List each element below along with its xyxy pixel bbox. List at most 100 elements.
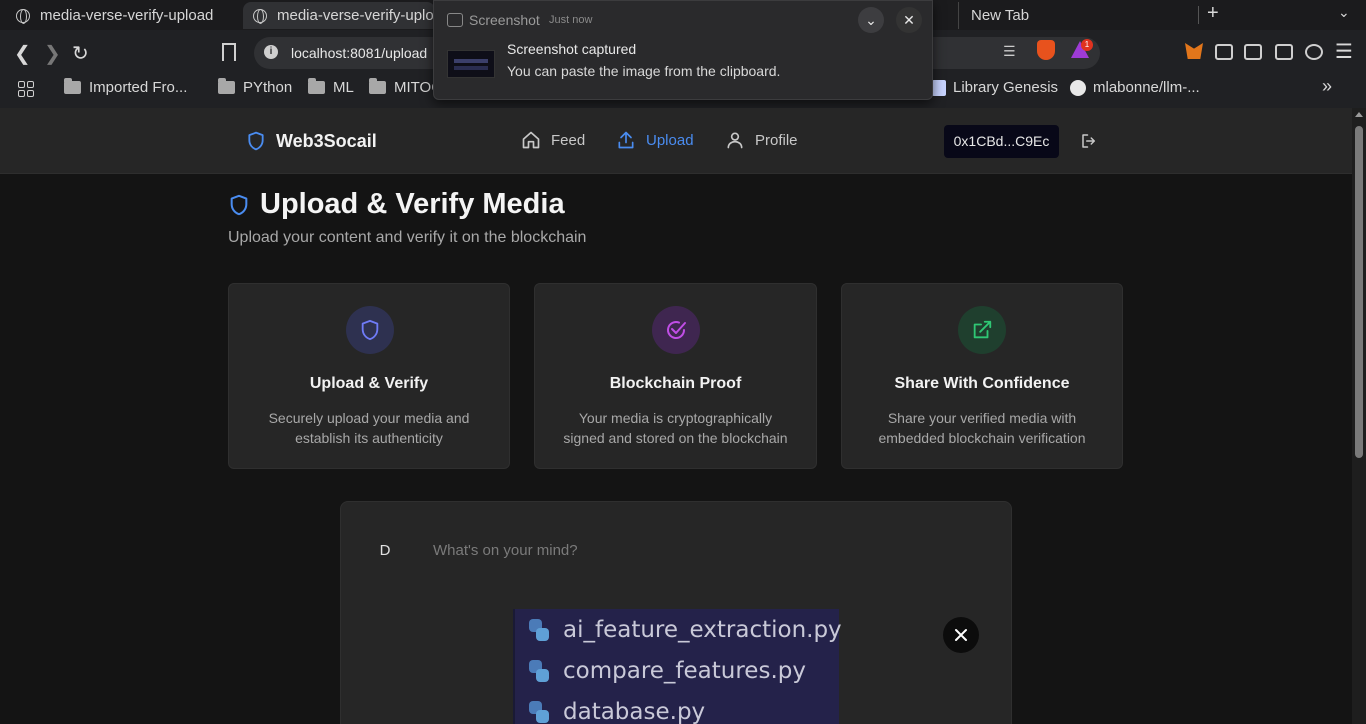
feature-title: Share With Confidence <box>894 375 1070 392</box>
chevron-down-icon[interactable]: ⌄ <box>1338 4 1350 21</box>
bookmarks-overflow-button[interactable]: » <box>1322 76 1332 97</box>
bookmark-label: ML <box>333 79 354 96</box>
file-name: compare_features.py <box>563 658 806 684</box>
wallet-icon[interactable] <box>1275 44 1293 60</box>
feature-card-blockchain: Blockchain Proof Your media is cryptogra… <box>534 283 817 469</box>
folder-icon <box>218 78 235 94</box>
upload-icon <box>618 131 634 149</box>
url-text: localhost:8081/upload <box>291 45 428 61</box>
globe-icon <box>16 8 30 24</box>
remove-media-button[interactable] <box>943 617 979 653</box>
tab-divider <box>1198 6 1199 24</box>
media-preview: ai_feature_extraction.py compare_feature… <box>513 609 842 724</box>
page-scrollbar[interactable] <box>1352 108 1366 724</box>
tab-2-active[interactable]: media-verse-verify-uplo <box>243 2 435 29</box>
file-item: compare_features.py <box>529 658 806 684</box>
folder-icon <box>64 78 81 94</box>
sidebar-icon[interactable] <box>1244 44 1262 60</box>
feature-icon-wrap <box>652 306 700 354</box>
bookmark-library-genesis[interactable]: Library Genesis <box>932 79 1058 96</box>
bookmark-ml[interactable]: ML <box>308 78 354 96</box>
screenshot-notification: Screenshot Just now ⌄ ✕ Screenshot captu… <box>433 0 933 100</box>
notification-expand-button[interactable]: ⌄ <box>858 7 884 33</box>
forward-button[interactable]: ❯ <box>44 41 61 66</box>
bookmark-label: Library Genesis <box>953 79 1059 96</box>
github-icon <box>1070 79 1086 96</box>
bookmark-python[interactable]: PYthon <box>218 78 293 96</box>
metamask-icon[interactable] <box>1185 43 1203 59</box>
file-item: ai_feature_extraction.py <box>529 617 842 643</box>
feature-card-upload: Upload & Verify Securely upload your med… <box>228 283 510 469</box>
page-subtitle: Upload your content and verify it on the… <box>228 229 587 246</box>
nav-label: Upload <box>646 131 694 149</box>
feature-description: Your media is cryptographically signed a… <box>563 410 788 446</box>
folder-icon <box>369 78 386 94</box>
nav-upload[interactable]: Upload <box>616 130 694 150</box>
nav-label: Feed <box>551 131 586 149</box>
feature-title: Blockchain Proof <box>609 375 742 392</box>
rewards-badge: 1 <box>1081 39 1093 51</box>
nav-label: Profile <box>755 131 798 149</box>
bookmark-label: Imported Fro... <box>89 79 188 96</box>
apps-grid-icon[interactable] <box>18 81 34 97</box>
post-composer: D What's on your mind? ai_feature_extrac… <box>340 501 1012 724</box>
brand-name: Web3Socail <box>276 130 377 151</box>
wallet-address-button[interactable]: 0x1CBd...C9Ec <box>944 125 1059 158</box>
file-name: database.py <box>563 699 706 724</box>
file-name: ai_feature_extraction.py <box>563 617 842 643</box>
feature-description: Securely upload your media and establish… <box>268 410 470 446</box>
leo-icon[interactable] <box>1305 44 1323 60</box>
nav-feed[interactable]: Feed <box>521 130 585 150</box>
python-file-icon <box>529 701 549 723</box>
notification-app: Screenshot <box>469 12 540 28</box>
share-icon[interactable]: ☰ <box>1003 43 1016 60</box>
tab-label: media-verse-verify-uplo <box>277 7 434 24</box>
tab-new-tab[interactable]: New Tab <box>958 2 1198 29</box>
notification-close-button[interactable]: ✕ <box>896 7 922 33</box>
bookmark-mitoc[interactable]: MITOC <box>369 78 442 96</box>
scrollbar-thumb[interactable] <box>1355 126 1363 458</box>
brave-shield-icon[interactable] <box>1037 40 1055 60</box>
bookmark-github[interactable]: mlabonne/llm-... <box>1070 79 1200 96</box>
feature-description: Share your verified media with embedded … <box>878 410 1086 446</box>
feature-icon-wrap <box>958 306 1006 354</box>
python-file-icon <box>529 660 549 682</box>
shield-icon <box>248 131 264 151</box>
bookmark-label: PYthon <box>243 79 293 96</box>
notification-title: Screenshot captured <box>507 41 637 57</box>
bookmark-imported[interactable]: Imported Fro... <box>64 78 188 96</box>
back-button[interactable]: ❮ <box>14 41 31 66</box>
new-tab-button[interactable]: + <box>1207 2 1219 25</box>
file-item: database.py <box>529 699 705 724</box>
feature-card-share: Share With Confidence Share your verifie… <box>841 283 1123 469</box>
avatar: D <box>379 542 391 559</box>
feature-icon-wrap <box>346 306 394 354</box>
shield-icon <box>230 194 248 215</box>
screenshot-thumbnail[interactable] <box>447 50 495 78</box>
shield-icon <box>361 319 379 341</box>
app-header: Web3Socail Feed Upload Profile 0x1CBd...… <box>0 108 1352 174</box>
page: Web3Socail Feed Upload Profile 0x1CBd...… <box>0 108 1352 724</box>
tab-label: media-verse-verify-upload <box>40 7 214 24</box>
notification-time: Just now <box>549 14 593 26</box>
close-icon <box>955 629 967 641</box>
nav-profile[interactable]: Profile <box>725 130 798 150</box>
library-genesis-icon <box>932 79 946 96</box>
info-icon[interactable]: i <box>264 45 278 59</box>
python-file-icon <box>529 619 549 641</box>
reload-button[interactable]: ↻ <box>72 41 89 66</box>
bookmark-label: mlabonne/llm-... <box>1093 79 1200 96</box>
brand-logo[interactable]: Web3Socail <box>246 130 377 152</box>
scroll-up-arrow[interactable] <box>1355 112 1363 117</box>
external-link-icon <box>973 320 992 339</box>
feature-title: Upload & Verify <box>309 375 429 392</box>
page-title: Upload & Verify Media <box>260 188 565 220</box>
tab-label: New Tab <box>971 7 1030 24</box>
tab-1[interactable]: media-verse-verify-upload <box>10 2 240 29</box>
extensions-icon[interactable] <box>1215 44 1233 60</box>
screenshot-icon <box>447 13 463 27</box>
bookmark-icon[interactable] <box>222 43 236 61</box>
logout-icon[interactable] <box>1080 132 1098 155</box>
post-text-input[interactable]: What's on your mind? <box>433 542 578 559</box>
menu-icon[interactable]: ☰ <box>1335 39 1353 64</box>
